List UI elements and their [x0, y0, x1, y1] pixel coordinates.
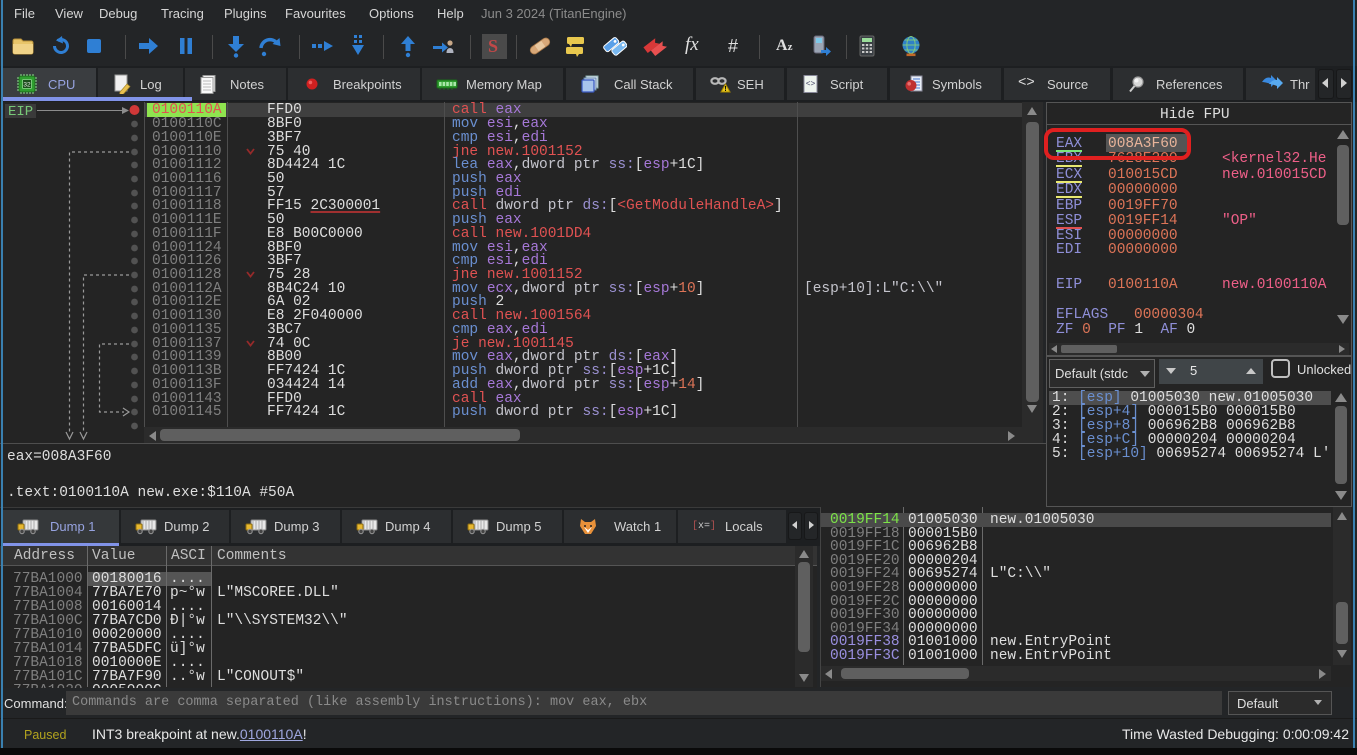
svg-text:<>: <>	[806, 80, 816, 89]
svg-text:!: !	[724, 86, 726, 93]
svg-text:EIP: EIP	[8, 104, 33, 120]
svg-text:32: 32	[23, 82, 31, 89]
